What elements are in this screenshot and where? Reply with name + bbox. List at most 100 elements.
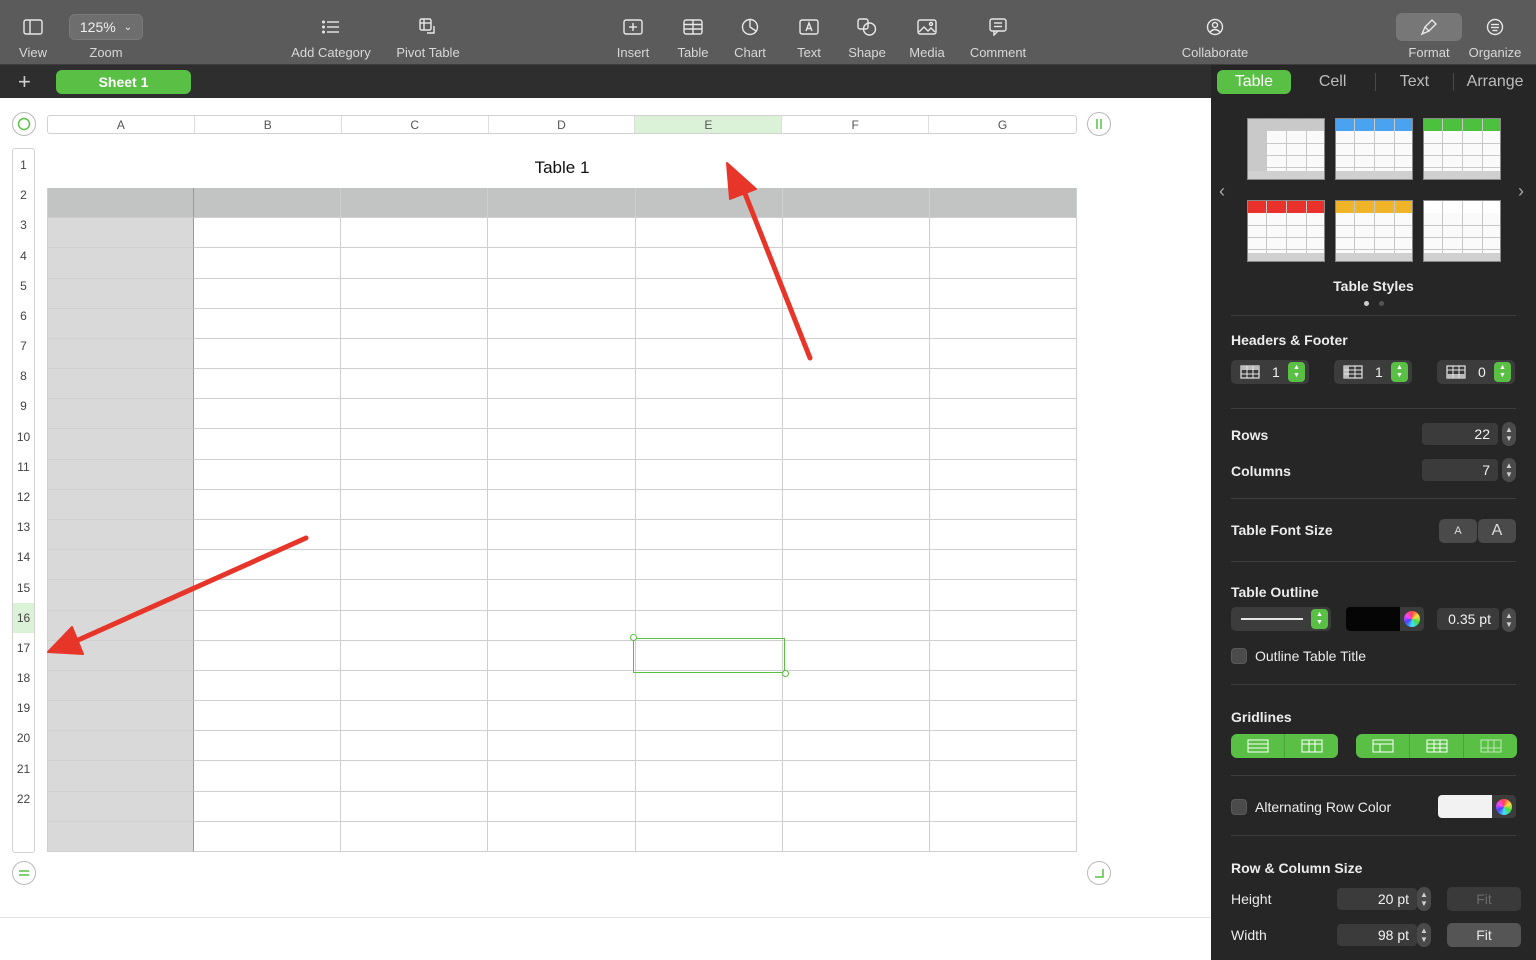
table-cell[interactable] <box>341 218 489 249</box>
add-row-handle[interactable] <box>12 861 36 885</box>
table-cell[interactable] <box>194 399 342 430</box>
table-cell[interactable] <box>929 278 1077 309</box>
sheet-tab-1[interactable]: Sheet 1 <box>56 70 191 94</box>
table-cell[interactable] <box>635 580 783 611</box>
table-cell[interactable] <box>635 821 783 852</box>
row-height-stepper[interactable]: ▲ ▼ <box>1417 887 1431 911</box>
row-header-6[interactable]: 6 <box>13 301 34 331</box>
table-cell[interactable] <box>47 761 195 792</box>
color-picker-button[interactable] <box>1492 795 1516 818</box>
table-cell[interactable] <box>782 670 930 702</box>
selection-handle[interactable] <box>782 670 789 677</box>
table-cell[interactable] <box>194 459 342 490</box>
gridlines-body-toggle[interactable] <box>1231 734 1338 758</box>
organize-button[interactable]: Organize <box>1466 0 1524 65</box>
table-cell[interactable] <box>635 761 783 792</box>
table-cell[interactable] <box>47 278 195 309</box>
table-cell[interactable] <box>47 459 195 490</box>
table-cell[interactable] <box>488 731 636 762</box>
resize-table-handle[interactable] <box>1087 861 1111 885</box>
table-cell[interactable] <box>488 701 636 732</box>
comment-button[interactable]: Comment <box>967 0 1029 65</box>
table-cell[interactable] <box>47 640 195 671</box>
table-cell[interactable] <box>194 248 342 279</box>
outline-title-checkbox[interactable] <box>1231 648 1247 664</box>
table-cell[interactable] <box>635 731 783 762</box>
table-cell[interactable] <box>635 670 783 702</box>
table-cell[interactable] <box>47 308 195 339</box>
table-cell[interactable] <box>341 338 489 370</box>
table-cell[interactable] <box>194 369 342 400</box>
table-cell[interactable] <box>341 610 489 641</box>
table-cell[interactable] <box>341 489 489 520</box>
table-cell[interactable] <box>341 791 489 822</box>
table-cell[interactable] <box>194 701 342 732</box>
footer-gridlines-icon[interactable] <box>1464 734 1517 758</box>
row-header-9[interactable]: 9 <box>13 391 34 421</box>
table-cell[interactable] <box>488 218 636 249</box>
table-cell[interactable] <box>47 701 195 732</box>
table-cell[interactable] <box>782 369 930 400</box>
row-header-16[interactable]: 16 <box>13 602 34 633</box>
table-cell[interactable] <box>635 338 783 370</box>
format-button[interactable]: Format <box>1404 0 1454 65</box>
table-cell[interactable] <box>47 670 195 702</box>
table-cell[interactable] <box>929 489 1077 520</box>
table-cell[interactable] <box>488 459 636 490</box>
selection-handle[interactable] <box>630 634 637 641</box>
table-cell[interactable] <box>488 399 636 430</box>
insert-button[interactable]: Insert <box>614 0 652 65</box>
row-header-21[interactable]: 21 <box>13 754 34 784</box>
table-cell[interactable] <box>194 520 342 551</box>
table-cell[interactable] <box>782 520 930 551</box>
columns-input[interactable]: 7 <box>1422 459 1498 481</box>
rows-input[interactable]: 22 <box>1422 423 1498 445</box>
table-style-thumbnail[interactable] <box>1247 200 1325 262</box>
table-style-thumbnail[interactable] <box>1423 200 1501 262</box>
table-cell[interactable] <box>929 429 1077 460</box>
table-cell[interactable] <box>782 218 930 249</box>
table-cell[interactable] <box>341 248 489 279</box>
table-cell[interactable] <box>929 731 1077 762</box>
table-cell[interactable] <box>488 429 636 460</box>
table-cell[interactable] <box>194 278 342 309</box>
page-dot-active[interactable] <box>1364 301 1369 306</box>
outline-width-input[interactable]: 0.35 pt <box>1437 608 1499 630</box>
table-cell[interactable] <box>47 248 195 279</box>
table-cell[interactable] <box>341 821 489 852</box>
row-header-14[interactable]: 14 <box>13 542 34 572</box>
stepper-icon[interactable]: ▲ ▼ <box>1288 362 1305 382</box>
table-cell[interactable] <box>782 308 930 339</box>
table-cell[interactable] <box>194 640 342 671</box>
table-cell[interactable] <box>635 188 783 219</box>
table-cell[interactable] <box>47 338 195 370</box>
tab-table[interactable]: Table <box>1217 69 1291 94</box>
selected-cell[interactable] <box>633 638 785 673</box>
table-cell[interactable] <box>929 670 1077 702</box>
table-style-thumbnail[interactable] <box>1335 118 1413 180</box>
table-cell[interactable] <box>488 338 636 370</box>
columns-stepper[interactable]: ▲ ▼ <box>1502 458 1516 482</box>
alternating-row-checkbox[interactable] <box>1231 799 1247 815</box>
table-cell[interactable] <box>47 218 195 249</box>
table-cell[interactable] <box>194 338 342 370</box>
vertical-gridlines-icon[interactable] <box>1285 734 1338 758</box>
table-cell[interactable] <box>47 791 195 822</box>
table-cell[interactable] <box>341 701 489 732</box>
table-cell[interactable] <box>635 791 783 822</box>
add-category-button[interactable]: Add Category <box>288 0 374 65</box>
table-cell[interactable] <box>341 399 489 430</box>
row-header-15[interactable]: 15 <box>13 573 34 603</box>
table-cell[interactable] <box>47 369 195 400</box>
table-cell[interactable] <box>47 188 195 219</box>
column-width-input[interactable]: 98 pt <box>1337 924 1417 946</box>
add-sheet-button[interactable]: + <box>18 69 31 95</box>
table-cell[interactable] <box>782 489 930 520</box>
shape-button[interactable]: Shape <box>846 0 888 65</box>
table-style-thumbnail[interactable] <box>1247 118 1325 180</box>
table-cell[interactable] <box>341 369 489 400</box>
table-cell[interactable] <box>635 308 783 339</box>
row-header-4[interactable]: 4 <box>13 241 34 271</box>
stepper-icon[interactable]: ▲ ▼ <box>1494 362 1511 382</box>
header-columns-control[interactable]: 1 ▲ ▼ <box>1334 360 1412 384</box>
